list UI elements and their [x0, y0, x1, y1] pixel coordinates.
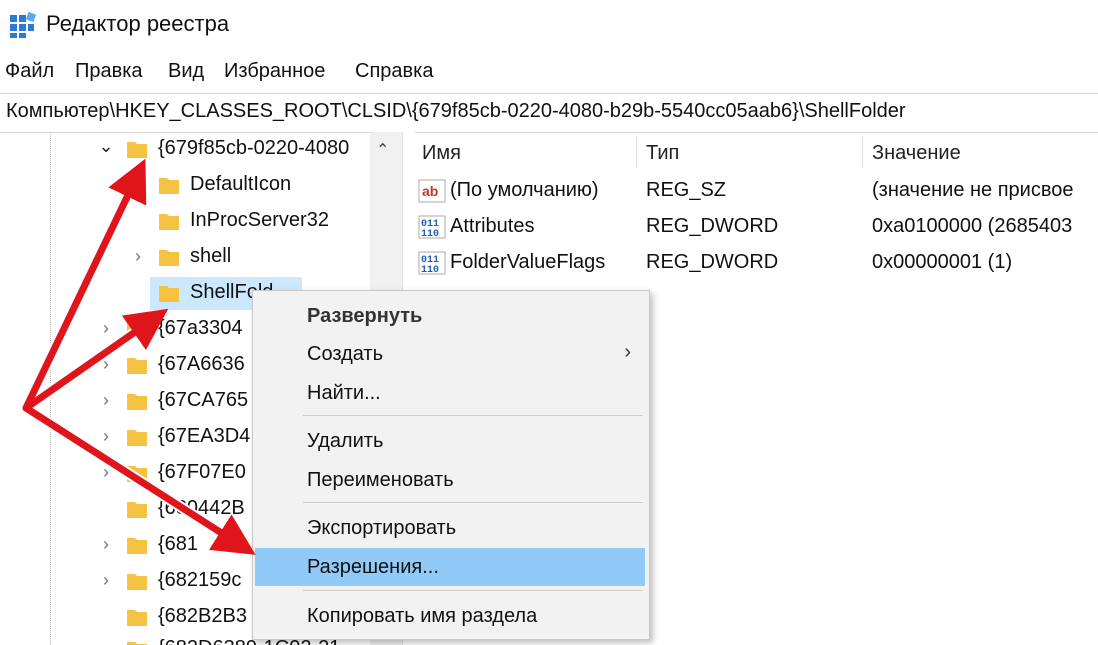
- window-title: Редактор реестра: [46, 11, 230, 36]
- svg-text:ab: ab: [422, 183, 438, 199]
- tree-node-label: {67A6636: [158, 353, 245, 375]
- menu-item-label: Экспортировать: [307, 517, 457, 539]
- tree-node-clsid[interactable]: ⌄ {679f85cb-0220-4080: [0, 132, 370, 168]
- value-name: FolderValueFlags: [450, 251, 606, 273]
- tree-node-label: shell: [190, 245, 232, 267]
- tree-node-label: {67a3304: [158, 317, 243, 339]
- chevron-right-icon[interactable]: ›: [96, 638, 116, 645]
- value-data: (значение не присвое: [872, 179, 1074, 201]
- column-header-name[interactable]: Имя: [422, 142, 461, 165]
- svg-text:110: 110: [421, 229, 439, 240]
- tree-node-defaulticon[interactable]: DefaultIcon: [0, 168, 370, 204]
- menu-separator: [303, 502, 643, 503]
- folder-icon: [127, 642, 147, 645]
- binary-value-icon: 011 110: [418, 215, 446, 240]
- folder-icon: [127, 358, 147, 374]
- folder-icon: [127, 322, 147, 338]
- svg-text:110: 110: [421, 265, 439, 276]
- menu-view[interactable]: Вид: [168, 60, 204, 83]
- column-divider[interactable]: [862, 136, 863, 168]
- tree-node-label: DefaultIcon: [190, 173, 292, 195]
- tree-node-shell[interactable]: › shell: [0, 240, 370, 276]
- menu-item-permissions[interactable]: Разрешения...: [255, 548, 645, 586]
- chevron-down-icon[interactable]: ⌄: [96, 136, 116, 157]
- menu-separator: [303, 415, 643, 416]
- menu-item-export[interactable]: Экспортировать: [255, 509, 645, 547]
- string-value-icon: ab: [418, 179, 446, 203]
- menu-item-label: Копировать имя раздела: [307, 605, 538, 627]
- context-menu: Развернуть Создать › Найти... Удалить Пе…: [252, 290, 650, 640]
- value-name: Attributes: [450, 215, 535, 237]
- menu-item-find[interactable]: Найти...: [255, 374, 645, 412]
- column-header-value[interactable]: Значение: [872, 142, 961, 165]
- menu-item-delete[interactable]: Удалить: [255, 422, 645, 460]
- value-data: 0x00000001 (1): [872, 251, 1013, 273]
- folder-icon: [127, 430, 147, 446]
- tree-node-label: {67F07E0: [158, 461, 246, 483]
- menu-edit[interactable]: Правка: [75, 60, 143, 83]
- folder-icon: [127, 394, 147, 410]
- value-data: 0xa0100000 (2685403: [872, 215, 1073, 237]
- value-type: REG_DWORD: [646, 251, 779, 273]
- tree-node-label: {682159c: [158, 569, 242, 591]
- value-row[interactable]: 011 110 Attributes REG_DWORD 0xa0100000 …: [414, 210, 1098, 246]
- folder-icon: [127, 502, 147, 518]
- folder-icon: [127, 538, 147, 554]
- chevron-right-icon[interactable]: ›: [96, 354, 116, 375]
- regedit-icon: [10, 11, 36, 38]
- menu-favorites[interactable]: Избранное: [224, 60, 325, 83]
- folder-icon: [159, 250, 179, 266]
- menu-help[interactable]: Справка: [355, 60, 433, 83]
- menu-item-label: Разрешения...: [307, 556, 439, 578]
- folder-icon: [127, 610, 147, 626]
- menu-file[interactable]: Файл: [5, 60, 54, 83]
- menu-item-rename[interactable]: Переименовать: [255, 461, 645, 499]
- tree-node-label: {682B2B3: [158, 605, 247, 627]
- menu-separator: [303, 590, 643, 591]
- binary-value-icon: 011 110: [418, 251, 446, 276]
- menu-bar: Файл Правка Вид Избранное Справка: [0, 58, 1098, 88]
- title-bar: Редактор реестра: [0, 0, 1098, 52]
- chevron-right-icon[interactable]: ›: [96, 534, 116, 555]
- folder-icon: [127, 142, 147, 158]
- menu-item-expand[interactable]: Развернуть: [255, 297, 645, 335]
- menu-item-new[interactable]: Создать ›: [255, 335, 645, 373]
- tree-node-inprocserver32[interactable]: InProcServer32: [0, 204, 370, 240]
- tree-node-label: {681: [158, 533, 199, 555]
- value-name: (По умолчанию): [450, 179, 599, 201]
- folder-icon: [159, 178, 179, 194]
- address-bar[interactable]: Компьютер\HKEY_CLASSES_ROOT\CLSID\{679f8…: [0, 93, 1098, 133]
- menu-item-label: Найти...: [307, 382, 381, 404]
- column-header-type[interactable]: Тип: [646, 142, 679, 165]
- menu-item-copy-key-name[interactable]: Копировать имя раздела: [255, 597, 645, 635]
- menu-item-label: Удалить: [307, 430, 384, 452]
- chevron-right-icon[interactable]: ›: [96, 426, 116, 447]
- column-divider[interactable]: [636, 136, 637, 168]
- scroll-up-arrow-icon[interactable]: ⌃: [376, 140, 389, 160]
- tree-node-label: {67CA765: [158, 389, 249, 411]
- folder-icon: [159, 286, 179, 302]
- value-row[interactable]: ab (По умолчанию) REG_SZ (значение не пр…: [414, 174, 1098, 210]
- chevron-right-icon[interactable]: ›: [96, 570, 116, 591]
- tree-node-label: InProcServer32: [190, 209, 329, 231]
- folder-icon: [127, 466, 147, 482]
- value-type: REG_DWORD: [646, 215, 779, 237]
- chevron-right-icon[interactable]: ›: [96, 462, 116, 483]
- value-row[interactable]: 011 110 FolderValueFlags REG_DWORD 0x000…: [414, 246, 1098, 282]
- menu-item-label: Развернуть: [307, 305, 423, 327]
- value-type: REG_SZ: [646, 179, 727, 201]
- chevron-right-icon[interactable]: ›: [128, 246, 148, 267]
- menu-item-label: Создать: [307, 343, 384, 365]
- menu-item-label: Переименовать: [307, 469, 454, 491]
- chevron-right-icon[interactable]: ›: [96, 390, 116, 411]
- folder-icon: [127, 574, 147, 590]
- tree-node-label: {680442B: [158, 497, 245, 519]
- folder-icon: [159, 214, 179, 230]
- chevron-right-icon[interactable]: ›: [96, 318, 116, 339]
- address-path[interactable]: Компьютер\HKEY_CLASSES_ROOT\CLSID\{679f8…: [6, 100, 906, 123]
- tree-node-label: {679f85cb-0220-4080: [158, 137, 350, 159]
- tree-node-label: {67EA3D4: [158, 425, 251, 447]
- submenu-arrow-icon: ›: [624, 341, 631, 363]
